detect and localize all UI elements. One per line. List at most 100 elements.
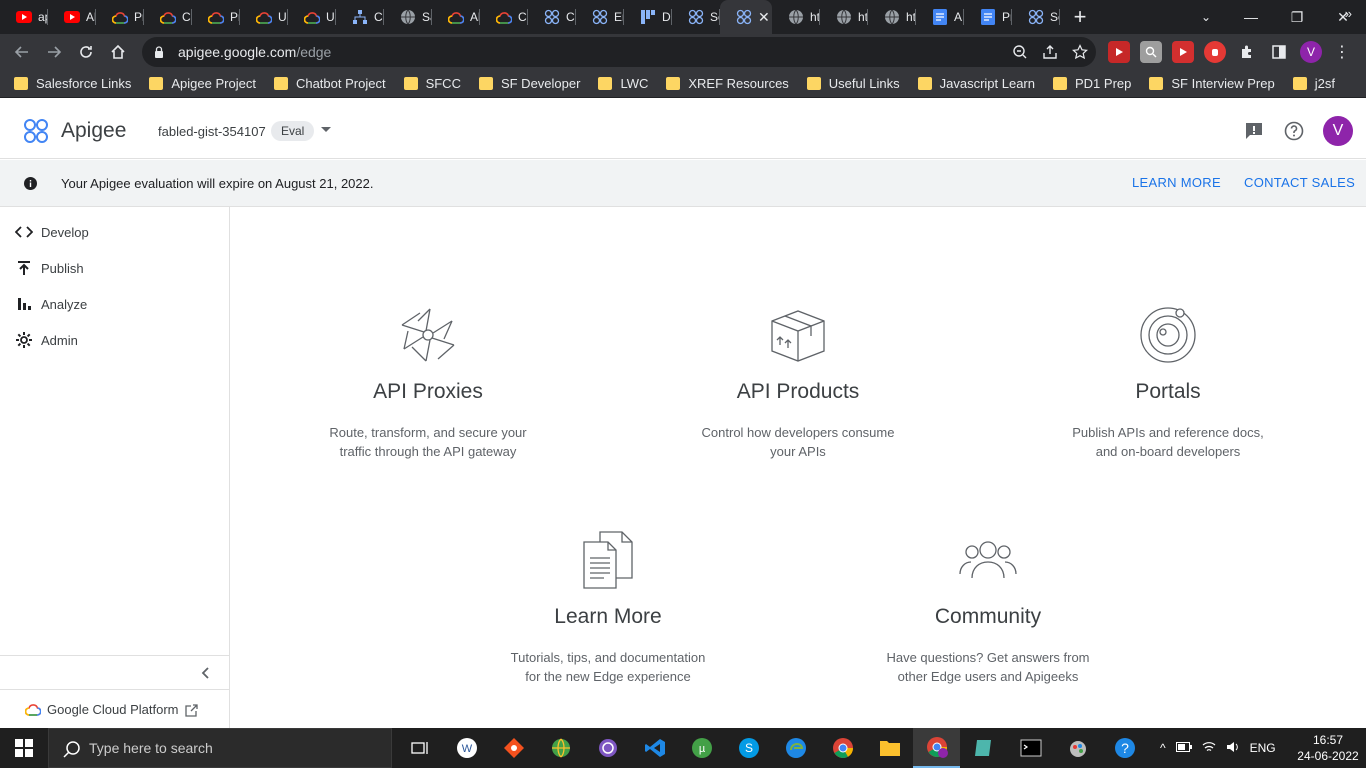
browser-tab[interactable]: Al (432, 0, 480, 34)
extension-search-icon[interactable] (1140, 41, 1162, 63)
bookmark-folder[interactable]: SF Developer (478, 76, 580, 91)
google-cloud-platform-link[interactable]: Google Cloud Platform (25, 701, 198, 717)
browser-tab[interactable]: Cr (528, 0, 576, 34)
skype-app-icon[interactable]: S (725, 728, 772, 768)
browser-tab[interactable]: ap (0, 0, 48, 34)
browser-tab[interactable]: U: (240, 0, 288, 34)
card-community[interactable]: Community Have questions? Get answers fr… (868, 530, 1108, 686)
globe-app-icon[interactable] (537, 728, 584, 768)
bookmark-folder[interactable]: PD1 Prep (1053, 76, 1131, 91)
sidebar-item-develop[interactable]: Develop (0, 214, 229, 250)
tray-overflow-icon[interactable]: ^ (1160, 741, 1166, 755)
sidebar-item-analyze[interactable]: Analyze (0, 286, 229, 322)
card-api-proxies[interactable]: API Proxies Route, transform, and secure… (308, 305, 548, 461)
browser-tab[interactable]: ht (820, 0, 868, 34)
browser-tab[interactable]: Er (576, 0, 624, 34)
browser-tab[interactable]: Pr (192, 0, 240, 34)
address-bar[interactable]: apigee.google.com/edge (142, 37, 1096, 67)
browser-tab[interactable]: Cl (144, 0, 192, 34)
side-panel-icon[interactable] (1268, 41, 1290, 63)
close-window-icon[interactable]: ✕ (1320, 0, 1366, 34)
browser-tab[interactable]: U: (288, 0, 336, 34)
edge-app-icon[interactable] (772, 728, 819, 768)
extension-hand-icon[interactable] (1204, 41, 1226, 63)
zoom-icon[interactable] (1010, 42, 1030, 62)
minimize-icon[interactable]: — (1228, 0, 1274, 34)
language-indicator[interactable]: ENG (1250, 741, 1276, 755)
bookmark-folder[interactable]: SF Interview Prep (1149, 76, 1275, 91)
forward-icon[interactable] (38, 36, 70, 68)
taskbar-search-box[interactable]: Type here to search (48, 728, 392, 768)
chrome-profile-app-icon[interactable] (913, 728, 960, 768)
browser-tab[interactable]: ht (868, 0, 916, 34)
contact-sales-link[interactable]: CONTACT SALES (1244, 175, 1355, 190)
project-dropdown-icon[interactable] (321, 127, 331, 132)
bookmark-folder[interactable]: Apigee Project (149, 76, 256, 91)
bookmark-star-icon[interactable] (1070, 42, 1090, 62)
browser-tab[interactable]: ht (772, 0, 820, 34)
browser-tab[interactable]: Ce (336, 0, 384, 34)
tab-search-icon[interactable]: ⌄ (1192, 0, 1220, 34)
git-app-icon[interactable] (490, 728, 537, 768)
card-learn-more[interactable]: Learn More Tutorials, tips, and document… (488, 530, 728, 686)
paint-app-icon[interactable] (1054, 728, 1101, 768)
wifi-icon[interactable] (1202, 741, 1216, 756)
bookmark-folder[interactable]: Useful Links (806, 76, 900, 91)
apigee-logo-icon[interactable] (22, 117, 50, 145)
project-selector-label[interactable]: fabled-gist-354107 (158, 124, 266, 139)
extensions-puzzle-icon[interactable] (1236, 41, 1258, 63)
close-tab-icon[interactable]: ✕ (758, 9, 770, 26)
volume-icon[interactable] (1226, 741, 1240, 756)
browser-tab[interactable]: Se (672, 0, 720, 34)
vscode-app-icon[interactable] (631, 728, 678, 768)
reload-icon[interactable] (70, 36, 102, 68)
browser-tab[interactable]: Pr (96, 0, 144, 34)
notes-app-icon[interactable] (960, 728, 1007, 768)
browser-tab[interactable]: Cl (480, 0, 528, 34)
battery-icon[interactable] (1175, 741, 1192, 755)
sidebar-item-admin[interactable]: Admin (0, 322, 229, 358)
browser-profile-avatar[interactable]: V (1300, 41, 1322, 63)
terminal-app-icon[interactable] (1007, 728, 1054, 768)
bookmark-folder[interactable]: Salesforce Links (14, 76, 131, 91)
bookmark-folder[interactable]: XREF Resources (666, 76, 789, 91)
card-api-products[interactable]: API Products Control how developers cons… (678, 305, 918, 461)
browser-tab[interactable]: Sa (384, 0, 432, 34)
restore-icon[interactable]: ❐ (1274, 0, 1320, 34)
browser-tab-active[interactable]: ✕ (720, 0, 772, 34)
bookmark-folder[interactable]: SFCC (403, 76, 461, 91)
bookmark-folder[interactable]: LWC (598, 76, 648, 91)
card-portals[interactable]: Portals Publish APIs and reference docs,… (1048, 305, 1288, 461)
browser-tab[interactable]: Al (48, 0, 96, 34)
file-explorer-icon[interactable] (866, 728, 913, 768)
bookmark-folder[interactable]: Javascript Learn (917, 76, 1035, 91)
app-brand[interactable]: Apigee (61, 119, 126, 143)
utorrent-app-icon[interactable]: µ (678, 728, 725, 768)
tor-app-icon[interactable] (584, 728, 631, 768)
back-icon[interactable] (6, 36, 38, 68)
share-icon[interactable] (1040, 42, 1060, 62)
browser-tab[interactable]: Se (1012, 0, 1060, 34)
user-avatar[interactable]: V (1323, 116, 1353, 146)
bookmarks-overflow-button[interactable]: » (1345, 6, 1352, 21)
word-app-icon[interactable]: W (443, 728, 490, 768)
extension-video-icon[interactable] (1172, 41, 1194, 63)
learn-more-link[interactable]: LEARN MORE (1132, 175, 1221, 190)
taskbar-clock[interactable]: 16:57 24-06-2022 (1296, 732, 1360, 764)
task-view-icon[interactable] (396, 728, 443, 768)
feedback-icon[interactable] (1244, 121, 1264, 141)
sidebar-item-publish[interactable]: Publish (0, 250, 229, 286)
browser-tab[interactable]: Pr (964, 0, 1012, 34)
collapse-sidebar-icon[interactable] (198, 665, 214, 681)
windows-start-icon[interactable] (0, 728, 48, 768)
browser-menu-icon[interactable]: ⋮ (1332, 42, 1352, 62)
new-tab-button[interactable]: + (1060, 0, 1100, 34)
bookmark-folder[interactable]: j2sf (1292, 76, 1335, 91)
extension-red-play-icon[interactable] (1108, 41, 1130, 63)
help-app-icon[interactable]: ? (1101, 728, 1148, 768)
browser-tab[interactable]: A| (916, 0, 964, 34)
browser-tab[interactable]: D (624, 0, 672, 34)
chrome-app-icon[interactable] (819, 728, 866, 768)
home-icon[interactable] (102, 36, 134, 68)
bookmark-folder[interactable]: Chatbot Project (273, 76, 386, 91)
